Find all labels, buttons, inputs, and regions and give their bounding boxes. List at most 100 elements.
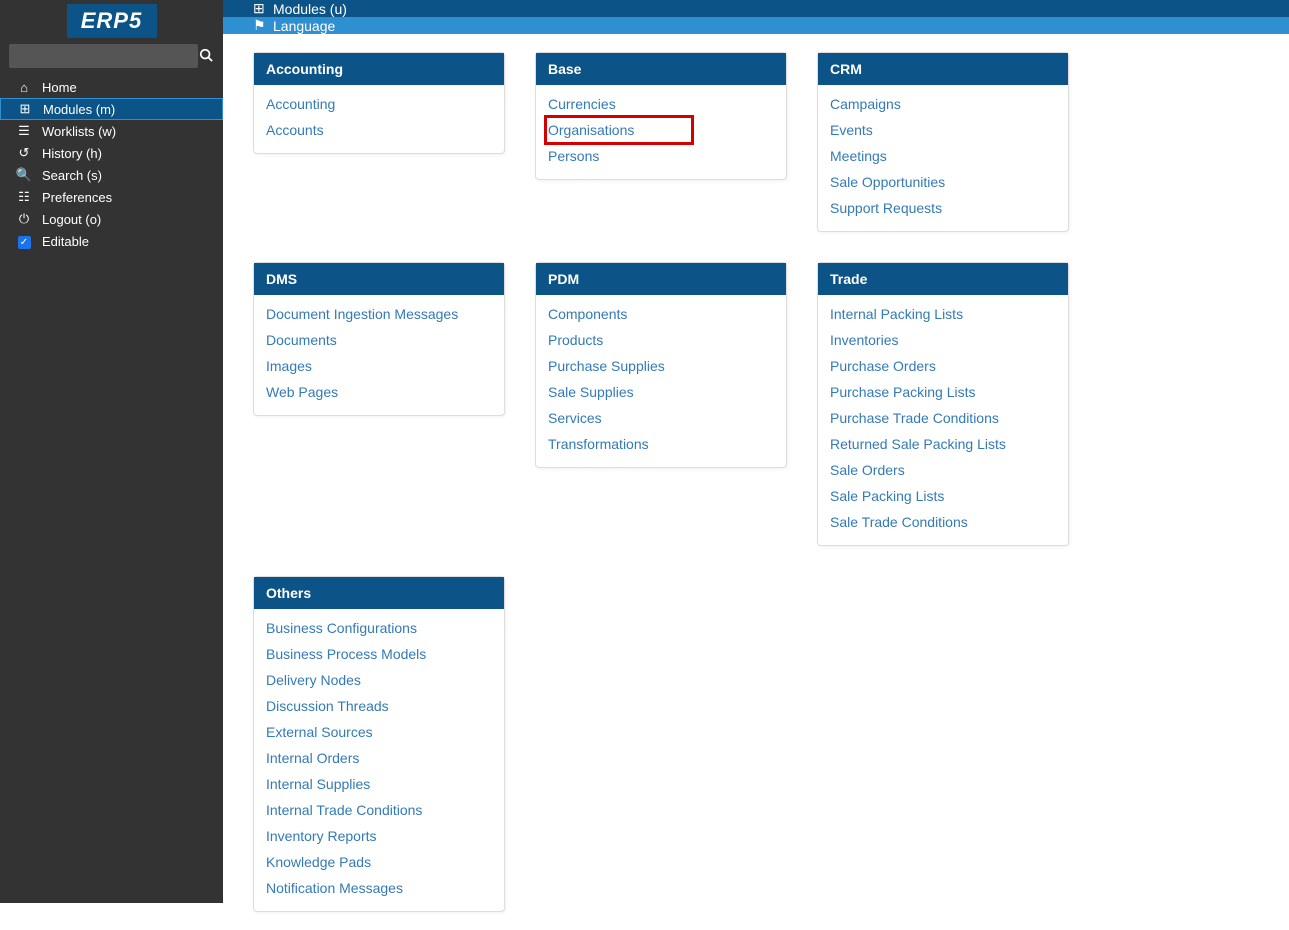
power-icon: ⏻ [12, 211, 36, 227]
topbar-modules[interactable]: ⊞ Modules (u) [223, 0, 1289, 17]
module-link-sale-opportunities[interactable]: Sale Opportunities [830, 169, 1056, 195]
module-link-business-configurations[interactable]: Business Configurations [266, 615, 492, 641]
module-link-events[interactable]: Events [830, 117, 1056, 143]
sidebar: ERP5 ⌂ Home ⊞ Modules (m) ☰ Worklists (w) ↺ His… [0, 0, 223, 903]
sidebar-item-label: Worklists (w) [42, 124, 116, 139]
module-link-meetings[interactable]: Meetings [830, 143, 1056, 169]
sidebar-item-modules-m-[interactable]: ⊞ Modules (m) [0, 98, 223, 120]
card-body: Document Ingestion MessagesDocumentsImag… [254, 295, 504, 415]
module-link-purchase-orders[interactable]: Purchase Orders [830, 353, 1056, 379]
module-link-web-pages[interactable]: Web Pages [266, 379, 492, 405]
sidebar-item-logout-o-[interactable]: ⏻ Logout (o) [0, 208, 223, 230]
module-link-accounting[interactable]: Accounting [266, 91, 492, 117]
module-card-base: BaseCurrenciesOrganisationsPersons [535, 52, 787, 180]
topbar-modules-label: Modules (u) [273, 1, 347, 17]
module-link-purchase-packing-lists[interactable]: Purchase Packing Lists [830, 379, 1056, 405]
checkbox-icon: ✓ [12, 233, 36, 249]
module-card-dms: DMSDocument Ingestion MessagesDocumentsI… [253, 262, 505, 416]
module-link-purchase-trade-conditions[interactable]: Purchase Trade Conditions [830, 405, 1056, 431]
sidebar-item-label: Search (s) [42, 168, 102, 183]
card-header: PDM [536, 263, 786, 295]
sidebar-item-editable[interactable]: ✓ Editable [0, 230, 223, 252]
module-link-business-process-models[interactable]: Business Process Models [266, 641, 492, 667]
module-link-components[interactable]: Components [548, 301, 774, 327]
sidebar-item-preferences[interactable]: ☷ Preferences [0, 186, 223, 208]
module-link-delivery-nodes[interactable]: Delivery Nodes [266, 667, 492, 693]
home-icon: ⌂ [12, 80, 36, 95]
card-body: CurrenciesOrganisationsPersons [536, 85, 786, 179]
module-card-pdm: PDMComponentsProductsPurchase SuppliesSa… [535, 262, 787, 468]
module-link-discussion-threads[interactable]: Discussion Threads [266, 693, 492, 719]
module-link-images[interactable]: Images [266, 353, 492, 379]
sliders-icon: ☷ [12, 189, 36, 205]
topbar-language[interactable]: ⚑ Language [223, 17, 1289, 34]
topbar-language-label: Language [273, 18, 335, 34]
module-link-external-sources[interactable]: External Sources [266, 719, 492, 745]
list-icon: ☰ [12, 123, 36, 139]
module-link-internal-trade-conditions[interactable]: Internal Trade Conditions [266, 797, 492, 823]
module-link-returned-sale-packing-lists[interactable]: Returned Sale Packing Lists [830, 431, 1056, 457]
search-row [9, 44, 215, 68]
module-link-support-requests[interactable]: Support Requests [830, 195, 1056, 221]
module-link-services[interactable]: Services [548, 405, 774, 431]
card-body: Business ConfigurationsBusiness Process … [254, 609, 504, 911]
search-icon: 🔍 [12, 167, 36, 183]
history-icon: ↺ [12, 145, 36, 161]
module-link-persons[interactable]: Persons [548, 143, 774, 169]
sidebar-item-label: Preferences [42, 190, 112, 205]
module-link-products[interactable]: Products [548, 327, 774, 353]
sidebar-item-search-s-[interactable]: 🔍 Search (s) [0, 164, 223, 186]
card-body: CampaignsEventsMeetingsSale Opportunitie… [818, 85, 1068, 231]
sidebar-item-label: Home [42, 80, 77, 95]
flag-icon: ⚑ [253, 17, 273, 34]
module-card-crm: CRMCampaignsEventsMeetingsSale Opportuni… [817, 52, 1069, 232]
card-body: AccountingAccounts [254, 85, 504, 153]
module-grid: AccountingAccountingAccountsBaseCurrenci… [223, 34, 1289, 930]
logo[interactable]: ERP5 [67, 4, 157, 38]
module-link-inventories[interactable]: Inventories [830, 327, 1056, 353]
sidebar-item-home[interactable]: ⌂ Home [0, 76, 223, 98]
puzzle-icon: ⊞ [253, 0, 273, 17]
sidebar-item-history-h-[interactable]: ↺ History (h) [0, 142, 223, 164]
card-header: Base [536, 53, 786, 85]
module-link-campaigns[interactable]: Campaigns [830, 91, 1056, 117]
module-link-accounts[interactable]: Accounts [266, 117, 492, 143]
card-header: Others [254, 577, 504, 609]
card-header: Trade [818, 263, 1068, 295]
module-link-internal-orders[interactable]: Internal Orders [266, 745, 492, 771]
module-link-purchase-supplies[interactable]: Purchase Supplies [548, 353, 774, 379]
puzzle-icon: ⊞ [13, 101, 37, 117]
search-icon[interactable] [198, 48, 215, 65]
card-header: Accounting [254, 53, 504, 85]
module-link-internal-supplies[interactable]: Internal Supplies [266, 771, 492, 797]
card-header: CRM [818, 53, 1068, 85]
module-link-notification-messages[interactable]: Notification Messages [266, 875, 492, 901]
module-link-currencies[interactable]: Currencies [548, 91, 774, 117]
module-link-document-ingestion-messages[interactable]: Document Ingestion Messages [266, 301, 492, 327]
card-body: Internal Packing ListsInventoriesPurchas… [818, 295, 1068, 545]
module-link-sale-supplies[interactable]: Sale Supplies [548, 379, 774, 405]
sidebar-nav: ⌂ Home ⊞ Modules (m) ☰ Worklists (w) ↺ History … [0, 76, 223, 252]
module-link-transformations[interactable]: Transformations [548, 431, 774, 457]
module-link-internal-packing-lists[interactable]: Internal Packing Lists [830, 301, 1056, 327]
module-card-accounting: AccountingAccountingAccounts [253, 52, 505, 154]
sidebar-item-label: Logout (o) [42, 212, 101, 227]
sidebar-item-label: Modules (m) [43, 102, 115, 117]
module-link-inventory-reports[interactable]: Inventory Reports [266, 823, 492, 849]
module-link-sale-packing-lists[interactable]: Sale Packing Lists [830, 483, 1056, 509]
main: ⊞ Modules (u) ⚑ Language AccountingAccou… [223, 0, 1289, 903]
module-link-organisations[interactable]: Organisations [546, 117, 692, 143]
module-link-documents[interactable]: Documents [266, 327, 492, 353]
card-header: DMS [254, 263, 504, 295]
sidebar-item-label: Editable [42, 234, 89, 249]
module-card-trade: TradeInternal Packing ListsInventoriesPu… [817, 262, 1069, 546]
sidebar-item-label: History (h) [42, 146, 102, 161]
card-body: ComponentsProductsPurchase SuppliesSale … [536, 295, 786, 467]
sidebar-item-worklists-w-[interactable]: ☰ Worklists (w) [0, 120, 223, 142]
module-link-sale-orders[interactable]: Sale Orders [830, 457, 1056, 483]
search-input[interactable] [9, 44, 198, 68]
module-link-sale-trade-conditions[interactable]: Sale Trade Conditions [830, 509, 1056, 535]
editable-checkbox[interactable]: ✓ [18, 236, 31, 249]
module-card-others: OthersBusiness ConfigurationsBusiness Pr… [253, 576, 505, 912]
module-link-knowledge-pads[interactable]: Knowledge Pads [266, 849, 492, 875]
